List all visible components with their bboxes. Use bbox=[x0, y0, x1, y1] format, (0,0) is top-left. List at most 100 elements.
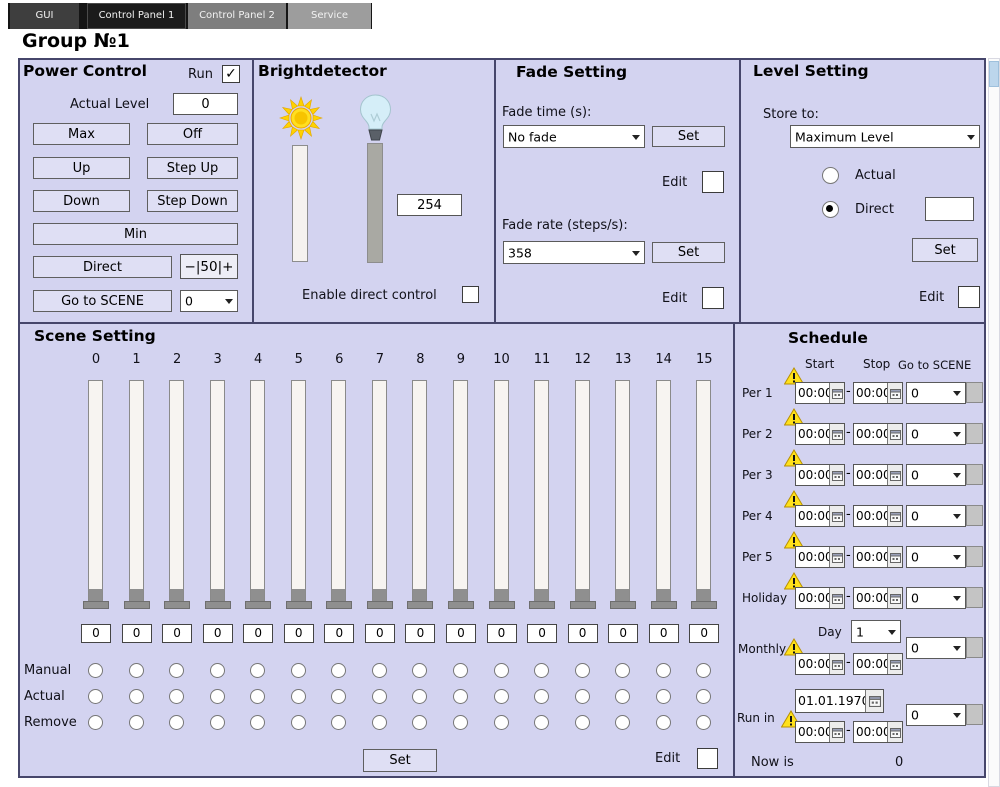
step-up-button[interactable]: Step Up bbox=[147, 157, 238, 179]
scene-value-input[interactable]: 0 bbox=[648, 624, 679, 643]
max-button[interactable]: Max bbox=[33, 123, 130, 145]
remove-radio[interactable] bbox=[493, 715, 509, 730]
go-to-scene-select[interactable]: 0 bbox=[906, 382, 966, 404]
manual-radio[interactable] bbox=[250, 663, 266, 678]
scrollbar-thumb[interactable] bbox=[989, 61, 999, 87]
stepper-decrement[interactable]: −| bbox=[185, 259, 201, 275]
scene-value-input[interactable]: 0 bbox=[364, 624, 395, 643]
stop-time-input[interactable]: 00:00 bbox=[853, 505, 903, 527]
period-apply-button[interactable] bbox=[966, 464, 983, 485]
scene-slider-handle[interactable] bbox=[83, 601, 109, 609]
start-time-input[interactable]: 00:00 bbox=[795, 464, 845, 486]
scene-slider[interactable] bbox=[169, 380, 185, 603]
stop-time-input[interactable]: 00:00 bbox=[853, 546, 903, 568]
remove-radio[interactable] bbox=[412, 715, 428, 730]
store-to-select[interactable]: Maximum Level bbox=[790, 125, 980, 148]
go-to-scene-select[interactable]: 0 bbox=[906, 464, 966, 486]
run-in-date-input[interactable]: 01.01.1970 bbox=[795, 689, 884, 713]
time-picker-button[interactable] bbox=[829, 424, 844, 444]
manual-radio[interactable] bbox=[331, 663, 347, 678]
scene-edit-checkbox[interactable] bbox=[697, 748, 718, 769]
scene-value-input[interactable]: 0 bbox=[243, 624, 274, 643]
actual-radio[interactable] bbox=[452, 689, 468, 704]
level-set-button[interactable]: Set bbox=[912, 238, 978, 262]
scene-slider[interactable] bbox=[412, 380, 428, 603]
scene-slider-handle[interactable] bbox=[610, 601, 637, 609]
actual-radio[interactable] bbox=[655, 689, 671, 704]
actual-radio[interactable] bbox=[209, 689, 225, 704]
actual-radio[interactable] bbox=[696, 689, 712, 704]
run-in-stop-time-input[interactable]: 00:00 bbox=[853, 721, 903, 743]
direct-radio[interactable] bbox=[822, 201, 839, 218]
actual-radio[interactable] bbox=[88, 689, 103, 704]
scene-value-input[interactable]: 0 bbox=[486, 624, 517, 643]
remove-radio[interactable] bbox=[88, 715, 103, 730]
stepper-increment[interactable]: |+ bbox=[218, 259, 234, 275]
scene-slider-handle[interactable] bbox=[447, 601, 474, 609]
remove-radio[interactable] bbox=[615, 715, 631, 730]
fade-time-set-button[interactable]: Set bbox=[652, 126, 725, 147]
start-time-input[interactable]: 00:00 bbox=[795, 423, 845, 445]
period-apply-button[interactable] bbox=[966, 423, 983, 444]
actual-radio[interactable] bbox=[822, 167, 839, 184]
run-checkbox[interactable]: ✓ bbox=[222, 65, 240, 83]
monthly-apply-button[interactable] bbox=[966, 637, 983, 658]
scene-slider[interactable] bbox=[696, 380, 712, 603]
scene-value-input[interactable]: 0 bbox=[567, 624, 598, 643]
scene-slider[interactable] bbox=[88, 380, 103, 603]
period-apply-button[interactable] bbox=[966, 382, 983, 403]
time-picker-button[interactable] bbox=[829, 547, 844, 567]
stop-time-input[interactable]: 00:00 bbox=[853, 382, 903, 404]
scene-slider[interactable] bbox=[655, 380, 671, 603]
go-to-scene-button[interactable]: Go to SCENE bbox=[33, 290, 172, 312]
remove-radio[interactable] bbox=[250, 715, 266, 730]
period-apply-button[interactable] bbox=[966, 587, 983, 608]
manual-radio[interactable] bbox=[655, 663, 671, 678]
go-to-scene-select[interactable]: 0 bbox=[906, 423, 966, 445]
remove-radio[interactable] bbox=[290, 715, 306, 730]
step-down-button[interactable]: Step Down bbox=[147, 190, 238, 212]
manual-radio[interactable] bbox=[128, 663, 144, 678]
monthly-stop-time-input[interactable]: 00:00 bbox=[853, 653, 903, 675]
scene-select[interactable]: 0 bbox=[180, 290, 238, 312]
scene-value-input[interactable]: 0 bbox=[162, 624, 193, 643]
scene-slider-handle[interactable] bbox=[326, 601, 353, 609]
actual-radio[interactable] bbox=[371, 689, 387, 704]
min-button[interactable]: Min bbox=[33, 223, 238, 245]
scene-slider-handle[interactable] bbox=[204, 601, 231, 609]
time-picker-button[interactable] bbox=[887, 383, 902, 403]
scene-slider-handle[interactable] bbox=[123, 601, 150, 609]
stop-time-input[interactable]: 00:00 bbox=[853, 587, 903, 609]
actual-radio[interactable] bbox=[128, 689, 144, 704]
scene-slider-handle[interactable] bbox=[245, 601, 272, 609]
go-to-scene-select[interactable]: 0 bbox=[906, 505, 966, 527]
scene-slider-handle[interactable] bbox=[529, 601, 556, 609]
level-edit-checkbox[interactable] bbox=[958, 286, 980, 308]
manual-radio[interactable] bbox=[534, 663, 550, 678]
tab-control-panel-1[interactable]: Control Panel 1 bbox=[87, 3, 186, 29]
time-picker-button[interactable] bbox=[887, 465, 902, 485]
scene-slider[interactable] bbox=[534, 380, 550, 603]
go-to-scene-select[interactable]: 0 bbox=[906, 587, 966, 609]
monthly-day-select[interactable]: 1 bbox=[851, 620, 901, 643]
time-picker-button[interactable] bbox=[829, 383, 844, 403]
scene-slider-handle[interactable] bbox=[407, 601, 434, 609]
actual-radio[interactable] bbox=[331, 689, 347, 704]
scene-slider-handle[interactable] bbox=[650, 601, 677, 609]
scene-slider-handle[interactable] bbox=[164, 601, 191, 609]
time-picker-button[interactable] bbox=[887, 588, 902, 608]
tab-gui[interactable]: GUI bbox=[10, 3, 79, 29]
manual-radio[interactable] bbox=[615, 663, 631, 678]
time-picker-button[interactable] bbox=[829, 588, 844, 608]
manual-radio[interactable] bbox=[290, 663, 306, 678]
start-time-input[interactable]: 00:00 bbox=[795, 505, 845, 527]
date-picker-button[interactable] bbox=[865, 690, 883, 712]
go-to-scene-select[interactable]: 0 bbox=[906, 546, 966, 568]
actual-radio[interactable] bbox=[169, 689, 185, 704]
manual-radio[interactable] bbox=[209, 663, 225, 678]
time-picker-button[interactable] bbox=[887, 506, 902, 526]
direct-value-stepper[interactable]: −| 50 |+ bbox=[180, 254, 238, 279]
period-apply-button[interactable] bbox=[966, 505, 983, 526]
monthly-scene-select[interactable]: 0 bbox=[906, 637, 966, 659]
actual-radio[interactable] bbox=[574, 689, 590, 704]
